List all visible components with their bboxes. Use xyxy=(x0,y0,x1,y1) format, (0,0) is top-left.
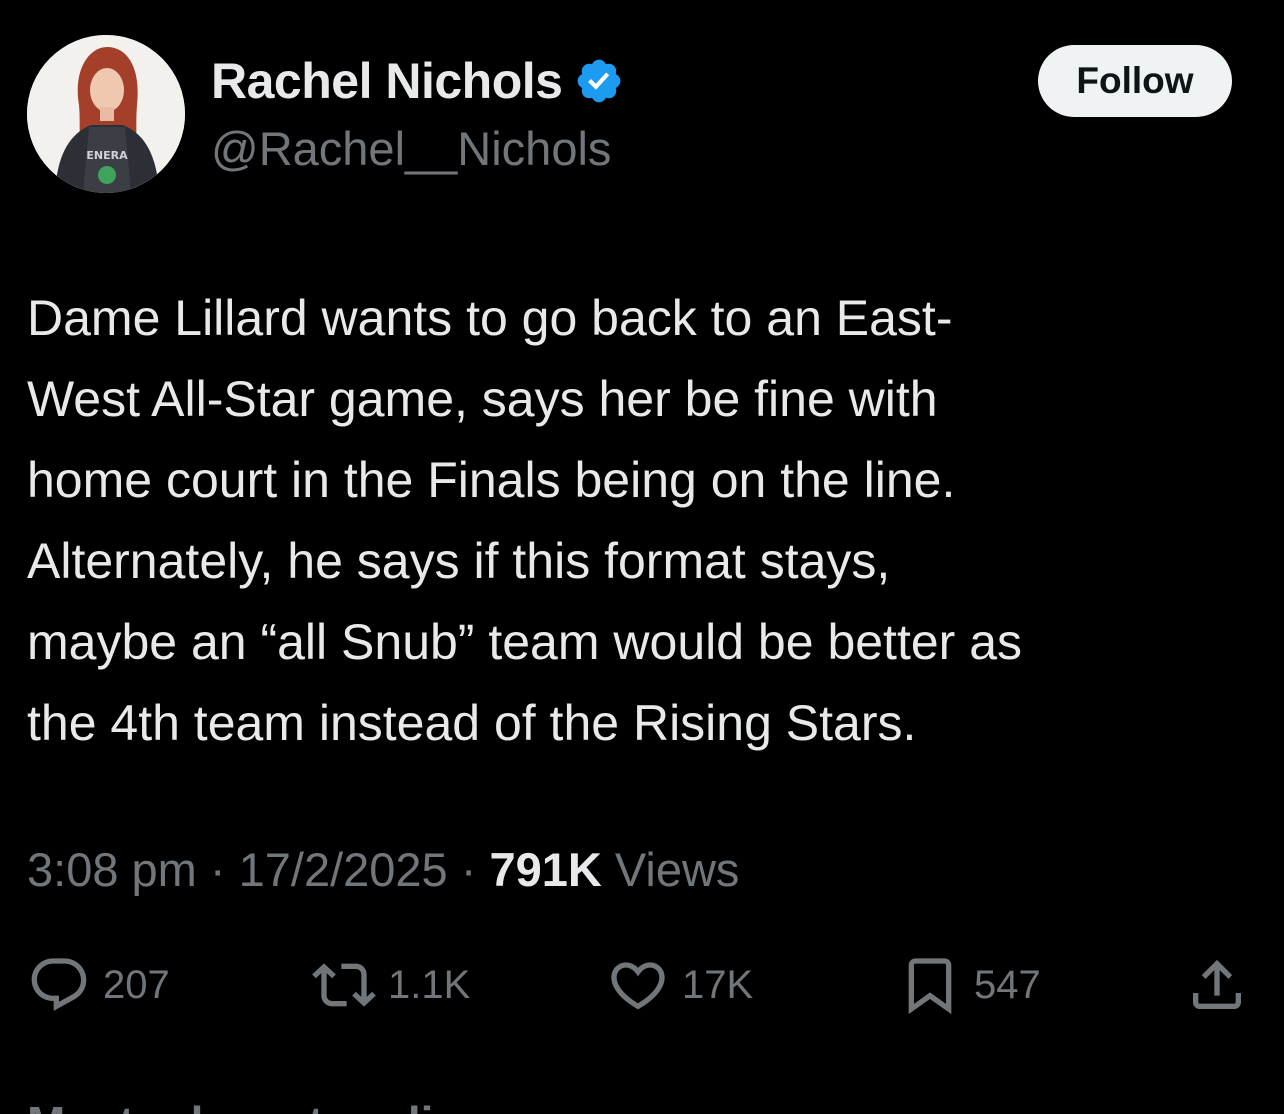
tweet-date[interactable]: 17/2/2025 xyxy=(239,843,448,896)
tweet-text-line: the 4th team instead of the Rising Stars… xyxy=(27,695,917,751)
avatar[interactable]: ENERA xyxy=(27,35,185,193)
views-label: Views xyxy=(601,843,740,896)
like-icon xyxy=(606,953,670,1017)
bookmark-button[interactable]: 547 xyxy=(898,950,1041,1020)
action-bar: 207 1.1K 17K 547 xyxy=(0,950,1284,1020)
verified-badge-icon[interactable] xyxy=(574,56,624,106)
like-button[interactable]: 17K xyxy=(606,950,753,1020)
author-name-text[interactable]: Rachel Nichols xyxy=(211,52,563,110)
share-button[interactable] xyxy=(1185,950,1249,1020)
bookmark-icon xyxy=(898,953,962,1017)
repost-count: 1.1K xyxy=(388,962,471,1007)
author-handle[interactable]: @Rachel__Nichols xyxy=(211,121,611,176)
tweet-time[interactable]: 3:08 pm xyxy=(27,843,197,896)
meta-separator: · xyxy=(447,843,490,896)
share-icon xyxy=(1185,953,1249,1017)
replies-sort-label[interactable]: Most relevant replies xyxy=(27,1096,485,1114)
reply-count: 207 xyxy=(103,962,170,1007)
tweet-text-line: West All-Star game, says her be fine wit… xyxy=(27,371,938,427)
meta-separator: · xyxy=(196,843,239,896)
repost-button[interactable]: 1.1K xyxy=(312,950,470,1020)
reply-button[interactable]: 207 xyxy=(27,950,170,1020)
repost-icon xyxy=(312,953,376,1017)
tweet-text: Dame Lillard wants to go back to an East… xyxy=(27,278,1259,764)
follow-button[interactable]: Follow xyxy=(1038,45,1232,117)
tweet-text-line: maybe an “all Snub” team would be better… xyxy=(27,614,1022,670)
tweet-text-line: Dame Lillard wants to go back to an East… xyxy=(27,290,953,346)
svg-text:ENERA: ENERA xyxy=(86,149,128,162)
bookmark-count: 547 xyxy=(974,962,1041,1007)
reply-icon xyxy=(27,953,91,1017)
avatar-image: ENERA xyxy=(27,35,185,193)
author-name[interactable]: Rachel Nichols xyxy=(211,52,624,110)
views-count[interactable]: 791K xyxy=(489,843,601,896)
tweet-text-line: Alternately, he says if this format stay… xyxy=(27,533,891,589)
like-count: 17K xyxy=(682,962,754,1007)
tweet-meta: 3:08 pm · 17/2/2025 · 791K Views xyxy=(27,842,739,897)
tweet-text-line: home court in the Finals being on the li… xyxy=(27,452,956,508)
tweet-page: ENERA Rachel Nichols @Rachel__Nichols Fo… xyxy=(0,0,1284,1114)
